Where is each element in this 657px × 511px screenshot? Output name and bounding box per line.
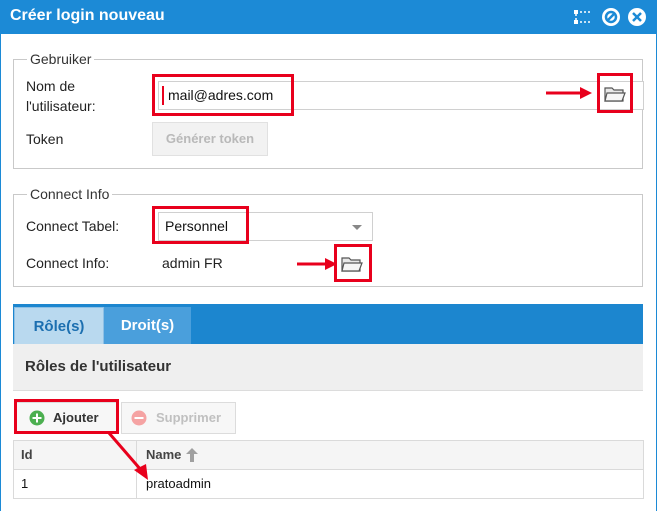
arrow-to-grid-icon (107, 432, 148, 480)
generate-token-button[interactable]: Générer token (152, 122, 268, 156)
remove-button-label: Supprimer (156, 410, 222, 425)
close-icon[interactable] (627, 7, 647, 27)
connect-browse-highlight-box (334, 244, 372, 282)
arrow-up-icon (186, 448, 198, 462)
connect-table-label: Connect Tabel: (26, 218, 120, 234)
tab-roles[interactable]: Rôle(s) (14, 307, 104, 345)
arrow-to-browse-icon (546, 87, 592, 99)
tab-rights[interactable]: Droit(s) (104, 307, 191, 344)
dialog-body: Gebruiker Nom de l'utilisateur: mail@adr… (0, 34, 657, 511)
collapse-icon[interactable] (572, 7, 592, 27)
window-title: Créer login nouveau (10, 7, 165, 24)
arrow-to-connect-browse-icon (297, 258, 337, 270)
window-titlebar: Créer login nouveau (0, 0, 657, 34)
browse-highlight-box (597, 73, 633, 113)
column-header-id[interactable]: Id (21, 441, 33, 469)
username-highlight-box (152, 74, 294, 116)
minus-circle-icon (131, 410, 147, 426)
token-label: Token (26, 131, 64, 147)
user-legend: Gebruiker (30, 51, 92, 67)
connect-info-value: admin FR (162, 255, 223, 271)
connect-info-label: Connect Info: (26, 255, 110, 271)
connect-table-highlight-box (152, 206, 249, 244)
gear-icon[interactable] (601, 7, 621, 27)
row-id: 1 (21, 476, 29, 491)
roles-panel-header: Rôles de l'utilisateur (13, 344, 643, 391)
roles-panel-title: Rôles de l'utilisateur (25, 358, 172, 375)
add-highlight-box (14, 399, 119, 434)
chevron-down-icon (352, 225, 362, 230)
tab-strip: Rôle(s) Droit(s) (13, 304, 643, 345)
connect-legend: Connect Info (30, 186, 110, 202)
username-label: Nom de l'utilisateur: (26, 78, 96, 114)
